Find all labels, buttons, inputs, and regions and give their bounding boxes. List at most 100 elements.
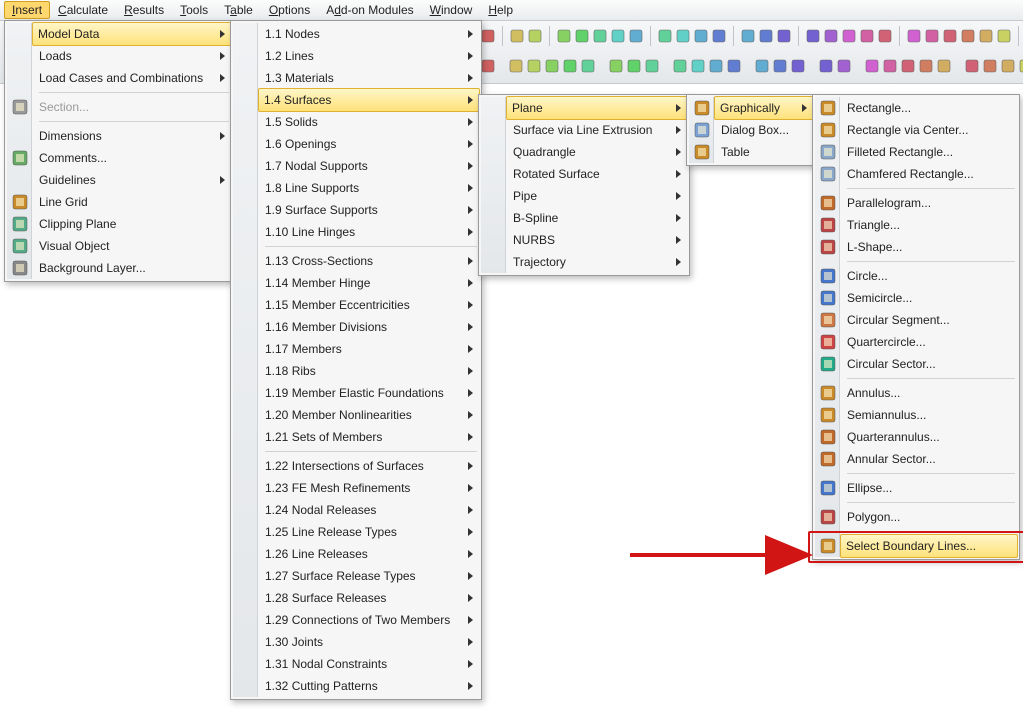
menu-item-1-29-connections-of-two-members[interactable]: 1.29 Connections of Two Members xyxy=(259,609,479,631)
toolbar-button[interactable] xyxy=(509,26,525,46)
menu-item-semicircle[interactable]: Semicircle... xyxy=(841,287,1017,309)
toolbar-button[interactable] xyxy=(626,56,642,76)
menubar-results[interactable]: Results xyxy=(116,1,172,19)
toolbar-button[interactable] xyxy=(508,56,524,76)
menu-item-1-2-lines[interactable]: 1.2 Lines xyxy=(259,45,479,67)
menubar-add-on-modules[interactable]: Add-on Modules xyxy=(318,1,421,19)
menu-item-clipping-plane[interactable]: Clipping Plane xyxy=(33,213,231,235)
menubar-insert[interactable]: Insert xyxy=(4,1,50,19)
menu-item-select-boundary-lines[interactable]: Select Boundary Lines... xyxy=(840,534,1018,558)
toolbar-button[interactable] xyxy=(580,56,596,76)
toolbar-button[interactable] xyxy=(906,26,922,46)
toolbar-button[interactable] xyxy=(877,26,893,46)
menu-item-rectangle[interactable]: Rectangle... xyxy=(841,97,1017,119)
menu-item-triangle[interactable]: Triangle... xyxy=(841,214,1017,236)
menu-item-graphically[interactable]: Graphically xyxy=(714,96,814,120)
menu-item-1-18-ribs[interactable]: 1.18 Ribs xyxy=(259,360,479,382)
menubar-table[interactable]: Table xyxy=(216,1,261,19)
toolbar-button[interactable] xyxy=(556,26,572,46)
menu-item-1-7-nodal-supports[interactable]: 1.7 Nodal Supports xyxy=(259,155,479,177)
toolbar-button[interactable] xyxy=(693,26,709,46)
menu-item-model-data[interactable]: Model Data xyxy=(32,22,232,46)
toolbar-button[interactable] xyxy=(900,56,916,76)
toolbar-button[interactable] xyxy=(772,56,788,76)
toolbar-button[interactable] xyxy=(805,26,821,46)
menu-item-1-10-line-hinges[interactable]: 1.10 Line Hinges xyxy=(259,221,479,243)
menu-item-pipe[interactable]: Pipe xyxy=(507,185,687,207)
menu-item-rectangle-via-center[interactable]: Rectangle via Center... xyxy=(841,119,1017,141)
menu-item-guidelines[interactable]: Guidelines xyxy=(33,169,231,191)
menubar-options[interactable]: Options xyxy=(261,1,318,19)
toolbar-button[interactable] xyxy=(918,56,934,76)
menubar-tools[interactable]: Tools xyxy=(172,1,216,19)
menu-item-1-1-nodes[interactable]: 1.1 Nodes xyxy=(259,23,479,45)
menu-item-1-15-member-eccentricities[interactable]: 1.15 Member Eccentricities xyxy=(259,294,479,316)
toolbar-button[interactable] xyxy=(726,56,742,76)
menu-item-visual-object[interactable]: Visual Object xyxy=(33,235,231,257)
toolbar-button[interactable] xyxy=(1000,56,1016,76)
menu-item-1-21-sets-of-members[interactable]: 1.21 Sets of Members xyxy=(259,426,479,448)
menu-item-1-5-solids[interactable]: 1.5 Solids xyxy=(259,111,479,133)
menu-item-loads[interactable]: Loads xyxy=(33,45,231,67)
toolbar-button[interactable] xyxy=(818,56,834,76)
toolbar-button[interactable] xyxy=(740,26,756,46)
toolbar-button[interactable] xyxy=(480,56,496,76)
menu-item-quadrangle[interactable]: Quadrangle xyxy=(507,141,687,163)
toolbar-button[interactable] xyxy=(754,56,770,76)
menu-item-annular-sector[interactable]: Annular Sector... xyxy=(841,448,1017,470)
menu-item-line-grid[interactable]: Line Grid xyxy=(33,191,231,213)
menu-item-ellipse[interactable]: Ellipse... xyxy=(841,477,1017,499)
toolbar-button[interactable] xyxy=(544,56,560,76)
toolbar-button[interactable] xyxy=(982,56,998,76)
toolbar-button[interactable] xyxy=(864,56,880,76)
toolbar-button[interactable] xyxy=(610,26,626,46)
toolbar-button[interactable] xyxy=(644,56,660,76)
toolbar-button[interactable] xyxy=(776,26,792,46)
toolbar-button[interactable] xyxy=(672,56,688,76)
menu-item-1-13-cross-sections[interactable]: 1.13 Cross-Sections xyxy=(259,250,479,272)
toolbar-button[interactable] xyxy=(708,56,724,76)
menu-item-dialog-box[interactable]: Dialog Box... xyxy=(715,119,813,141)
menu-item-rotated-surface[interactable]: Rotated Surface xyxy=(507,163,687,185)
menu-item-dimensions[interactable]: Dimensions xyxy=(33,125,231,147)
menu-item-background-layer[interactable]: Background Layer... xyxy=(33,257,231,279)
toolbar-button[interactable] xyxy=(690,56,706,76)
menu-item-parallelogram[interactable]: Parallelogram... xyxy=(841,192,1017,214)
menu-item-1-30-joints[interactable]: 1.30 Joints xyxy=(259,631,479,653)
toolbar-button[interactable] xyxy=(574,26,590,46)
toolbar-button[interactable] xyxy=(942,26,958,46)
menu-item-plane[interactable]: Plane xyxy=(506,96,688,120)
menu-item-1-31-nodal-constraints[interactable]: 1.31 Nodal Constraints xyxy=(259,653,479,675)
menu-item-load-cases-and-combinations[interactable]: Load Cases and Combinations xyxy=(33,67,231,89)
menu-item-filleted-rectangle[interactable]: Filleted Rectangle... xyxy=(841,141,1017,163)
menu-item-1-26-line-releases[interactable]: 1.26 Line Releases xyxy=(259,543,479,565)
menu-item-1-14-member-hinge[interactable]: 1.14 Member Hinge xyxy=(259,272,479,294)
menu-item-chamfered-rectangle[interactable]: Chamfered Rectangle... xyxy=(841,163,1017,185)
toolbar-button[interactable] xyxy=(964,56,980,76)
menu-item-1-20-member-nonlinearities[interactable]: 1.20 Member Nonlinearities xyxy=(259,404,479,426)
menu-item-circle[interactable]: Circle... xyxy=(841,265,1017,287)
menu-item-1-9-surface-supports[interactable]: 1.9 Surface Supports xyxy=(259,199,479,221)
toolbar-button[interactable] xyxy=(790,56,806,76)
menu-item-quarterannulus[interactable]: Quarterannulus... xyxy=(841,426,1017,448)
toolbar-button[interactable] xyxy=(608,56,624,76)
toolbar-button[interactable] xyxy=(823,26,839,46)
menu-item-table[interactable]: Table xyxy=(715,141,813,163)
toolbar-button[interactable] xyxy=(628,26,644,46)
toolbar-button[interactable] xyxy=(657,26,673,46)
toolbar-button[interactable] xyxy=(480,26,496,46)
menu-item-1-17-members[interactable]: 1.17 Members xyxy=(259,338,479,360)
toolbar-button[interactable] xyxy=(1018,56,1023,76)
toolbar-button[interactable] xyxy=(562,56,578,76)
menubar-window[interactable]: Window xyxy=(422,1,481,19)
menu-item-quartercircle[interactable]: Quartercircle... xyxy=(841,331,1017,353)
menu-item-l-shape[interactable]: L-Shape... xyxy=(841,236,1017,258)
toolbar-button[interactable] xyxy=(675,26,691,46)
toolbar-button[interactable] xyxy=(526,56,542,76)
toolbar-button[interactable] xyxy=(592,26,608,46)
menu-item-1-16-member-divisions[interactable]: 1.16 Member Divisions xyxy=(259,316,479,338)
menu-item-1-24-nodal-releases[interactable]: 1.24 Nodal Releases xyxy=(259,499,479,521)
toolbar-button[interactable] xyxy=(936,56,952,76)
menu-item-polygon[interactable]: Polygon... xyxy=(841,506,1017,528)
menu-item-1-32-cutting-patterns[interactable]: 1.32 Cutting Patterns xyxy=(259,675,479,697)
